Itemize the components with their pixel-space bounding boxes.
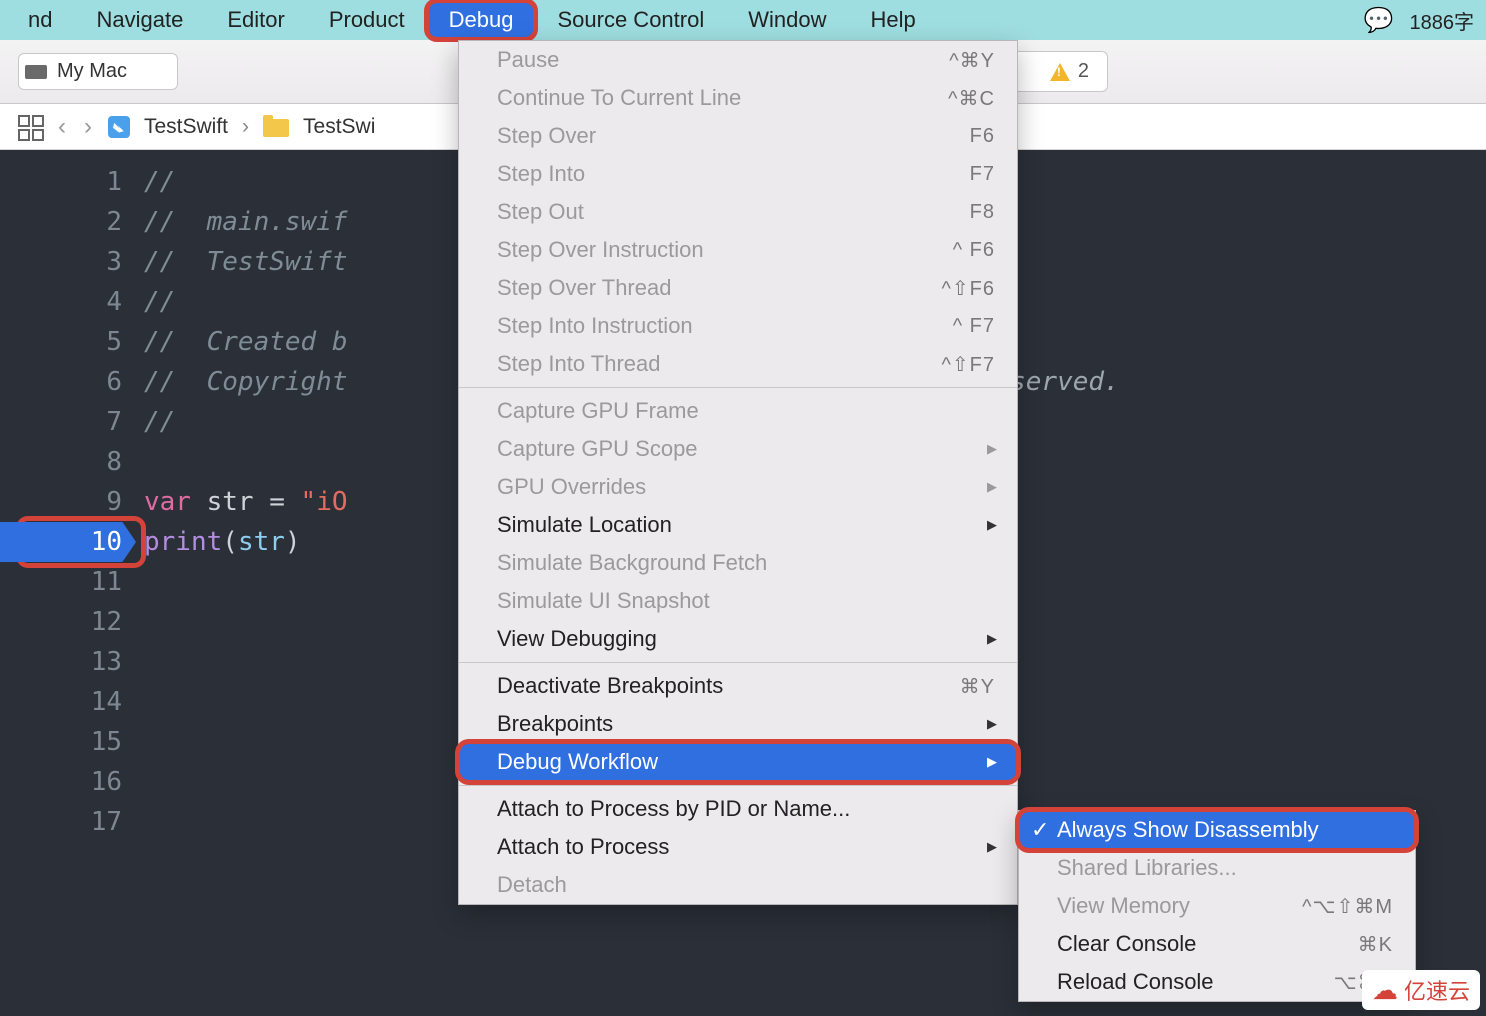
menu-debug[interactable]: Debug xyxy=(427,1,536,39)
line-number[interactable]: 7 xyxy=(0,402,122,442)
menu-item: Capture GPU Scope xyxy=(459,430,1017,468)
path-project[interactable]: TestSwift xyxy=(144,115,228,139)
menu-item: Shared Libraries... xyxy=(1019,849,1415,887)
warn-count: 2 xyxy=(1078,60,1089,83)
menu-item[interactable]: ✓Always Show Disassembly xyxy=(1019,811,1415,849)
menu-item[interactable]: Attach to Process by PID or Name... xyxy=(459,790,1017,828)
watermark-text: 亿速云 xyxy=(1404,974,1470,1006)
line-number[interactable]: 3 xyxy=(0,242,122,282)
line-number[interactable]: 1 xyxy=(0,162,122,202)
menu-product[interactable]: Product xyxy=(307,1,427,39)
nav-forward[interactable]: › xyxy=(82,113,94,141)
menu-navigate[interactable]: Navigate xyxy=(74,1,205,39)
menu-item: Simulate Background Fetch xyxy=(459,544,1017,582)
menu-editor[interactable]: Editor xyxy=(205,1,306,39)
menu-separator xyxy=(459,387,1017,388)
menu-item: Step Into Thread^⇧F7 xyxy=(459,345,1017,383)
line-number[interactable]: 4 xyxy=(0,282,122,322)
menu-nd[interactable]: nd xyxy=(6,1,74,39)
line-number[interactable]: 12 xyxy=(0,602,122,642)
line-number[interactable]: 11 xyxy=(0,562,122,602)
menu-item[interactable]: Deactivate Breakpoints⌘Y xyxy=(459,667,1017,705)
char-count: 1886字 xyxy=(1410,6,1475,35)
menu-item: Continue To Current Line^⌘C xyxy=(459,79,1017,117)
menu-item: View Memory^⌥⇧⌘M xyxy=(1019,887,1415,925)
chevron-right-icon: › xyxy=(242,115,249,139)
menu-window[interactable]: Window xyxy=(726,1,848,39)
menu-item: Capture GPU Frame xyxy=(459,392,1017,430)
nav-back[interactable]: ‹ xyxy=(56,113,68,141)
menu-source-control[interactable]: Source Control xyxy=(535,1,726,39)
menu-item: Step IntoF7 xyxy=(459,155,1017,193)
line-number[interactable]: 16 xyxy=(0,762,122,802)
issue-indicator[interactable]: 2 xyxy=(1050,60,1089,83)
menu-item[interactable]: Breakpoints xyxy=(459,705,1017,743)
line-number[interactable]: 5 xyxy=(0,322,122,362)
wechat-icon[interactable]: 💬 xyxy=(1364,6,1394,35)
menu-item[interactable]: Clear Console⌘K xyxy=(1019,925,1415,963)
menu-item: Step Over Instruction^ F6 xyxy=(459,231,1017,269)
menu-item: Step OverF6 xyxy=(459,117,1017,155)
debug-workflow-submenu: ✓Always Show DisassemblyShared Libraries… xyxy=(1018,810,1416,1002)
menu-item: Step Over Thread^⇧F6 xyxy=(459,269,1017,307)
folder-icon xyxy=(263,119,289,137)
line-number[interactable]: 15 xyxy=(0,722,122,762)
menu-item[interactable]: Reload Console⌥⌘K xyxy=(1019,963,1415,1001)
menu-separator xyxy=(459,785,1017,786)
scheme-label: My Mac xyxy=(57,60,127,83)
related-items-icon[interactable] xyxy=(18,115,42,139)
menu-item[interactable]: Simulate Location xyxy=(459,506,1017,544)
line-number[interactable]: 10 xyxy=(0,522,136,562)
path-folder[interactable]: TestSwi xyxy=(303,115,375,139)
menu-help[interactable]: Help xyxy=(848,1,937,39)
line-number[interactable]: 2 xyxy=(0,202,122,242)
cloud-icon: ☁ xyxy=(1372,975,1398,1006)
line-number[interactable]: 9 xyxy=(0,482,122,522)
mac-icon xyxy=(25,65,47,79)
warning-icon xyxy=(1050,63,1070,81)
menu-separator xyxy=(459,662,1017,663)
menu-item[interactable]: View Debugging xyxy=(459,620,1017,658)
menubar: nd Navigate Editor Product Debug Source … xyxy=(0,0,1486,40)
menu-item[interactable]: Debug Workflow xyxy=(459,743,1017,781)
line-number[interactable]: 17 xyxy=(0,802,122,842)
line-number[interactable]: 14 xyxy=(0,682,122,722)
menu-item: Step Into Instruction^ F7 xyxy=(459,307,1017,345)
line-number[interactable]: 6 xyxy=(0,362,122,402)
menu-item: Pause^⌘Y xyxy=(459,41,1017,79)
line-number[interactable]: 13 xyxy=(0,642,122,682)
project-icon xyxy=(108,116,130,138)
menu-item: Step OutF8 xyxy=(459,193,1017,231)
line-number[interactable]: 8 xyxy=(0,442,122,482)
menu-item: Detach xyxy=(459,866,1017,904)
watermark: ☁ 亿速云 xyxy=(1362,970,1480,1010)
gutter[interactable]: 1234567891011121314151617 xyxy=(0,150,136,1016)
menu-item: GPU Overrides xyxy=(459,468,1017,506)
scheme-selector[interactable]: My Mac xyxy=(18,53,178,90)
debug-menu: Pause^⌘YContinue To Current Line^⌘CStep … xyxy=(458,40,1018,905)
menu-item: Simulate UI Snapshot xyxy=(459,582,1017,620)
menu-item[interactable]: Attach to Process xyxy=(459,828,1017,866)
